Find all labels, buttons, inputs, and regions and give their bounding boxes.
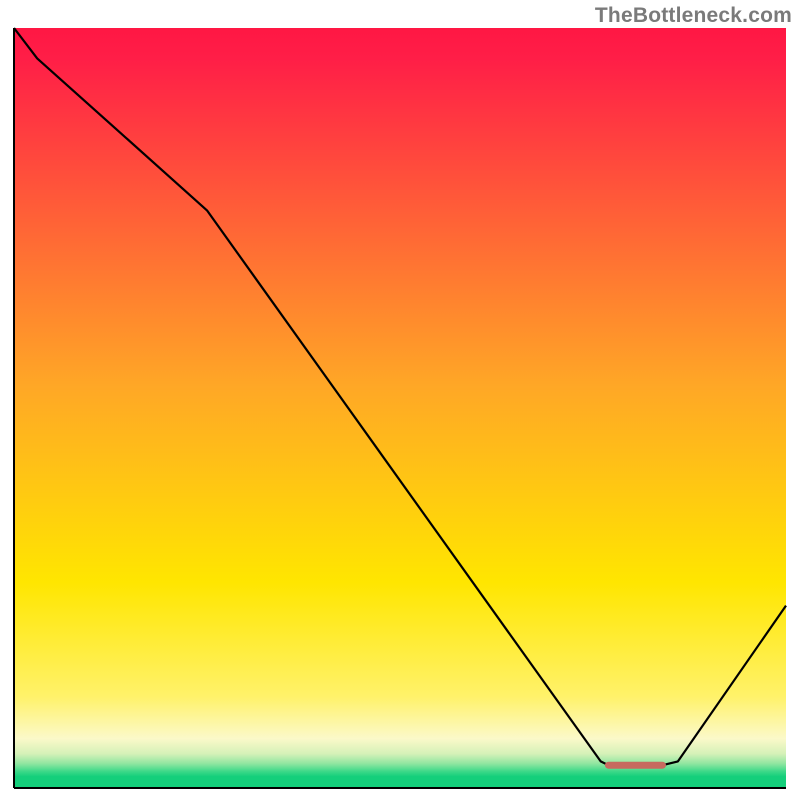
bottleneck-chart [0, 0, 800, 800]
attribution-label: TheBottleneck.com [595, 4, 792, 28]
chart-container: TheBottleneck.com [0, 0, 800, 800]
